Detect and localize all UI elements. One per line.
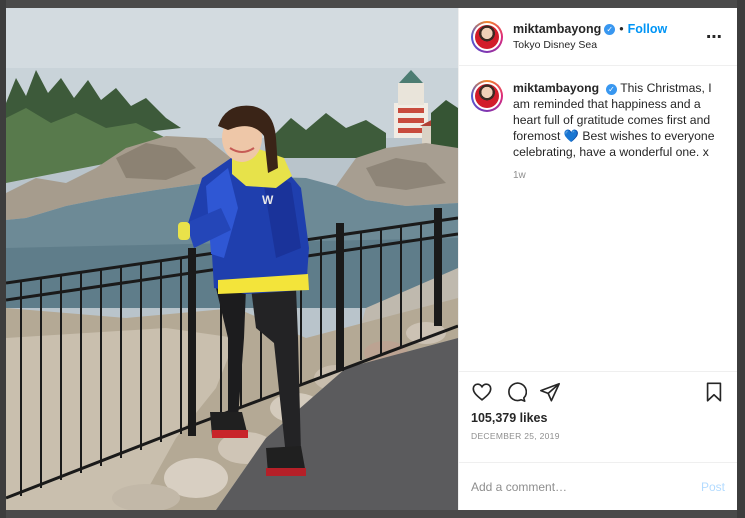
avatar[interactable]: [471, 20, 503, 53]
verified-badge-icon: ✓: [604, 24, 616, 35]
actions-section: 105,379 likes DECEMBER 25, 2019: [459, 371, 737, 462]
backdrop-bottom: [0, 510, 745, 518]
photo-illustration: W: [6, 8, 458, 510]
post-date[interactable]: DECEMBER 25, 2019: [471, 431, 725, 441]
backdrop-top: [0, 0, 745, 8]
post-modal: W miktambayong ✓ • Follow Tokyo Disney S…: [6, 8, 737, 510]
header-text: miktambayong ✓ • Follow Tokyo Disney Sea: [513, 22, 706, 51]
caption: miktambayong ✓ This Christmas, I am remin…: [471, 80, 725, 184]
comment-form: Post: [459, 462, 737, 510]
more-options-icon[interactable]: ⋯: [706, 27, 723, 47]
post-comment-button[interactable]: Post: [701, 480, 725, 494]
post-header: miktambayong ✓ • Follow Tokyo Disney Sea…: [459, 8, 737, 66]
username[interactable]: miktambayong: [513, 22, 601, 37]
caption-username[interactable]: miktambayong: [513, 81, 599, 95]
comment-input[interactable]: [471, 479, 701, 494]
caption-verified-badge-icon: ✓: [606, 84, 618, 95]
bookmark-icon[interactable]: [703, 381, 725, 403]
location-link[interactable]: Tokyo Disney Sea: [513, 39, 706, 51]
backdrop-right: [737, 0, 745, 518]
profile-photo: [475, 24, 499, 49]
comments-section: miktambayong ✓ This Christmas, I am remin…: [459, 66, 737, 371]
dot-separator: •: [619, 22, 624, 36]
heart-icon[interactable]: [471, 381, 493, 403]
comment-icon[interactable]: [505, 381, 527, 403]
blue-heart-icon: 💙: [563, 129, 579, 143]
post-sidebar: miktambayong ✓ • Follow Tokyo Disney Sea…: [458, 8, 737, 510]
share-icon[interactable]: [539, 381, 561, 403]
caption-avatar[interactable]: [471, 80, 503, 112]
post-photo[interactable]: W: [6, 8, 458, 510]
caption-timestamp[interactable]: 1w: [513, 168, 725, 184]
action-bar: [471, 380, 725, 404]
follow-button[interactable]: Follow: [628, 22, 668, 37]
jacket-lettering: W: [262, 193, 274, 207]
caption-body: miktambayong ✓ This Christmas, I am remin…: [513, 80, 725, 184]
likes-count[interactable]: 105,379 likes: [471, 411, 725, 425]
caption-profile-photo: [475, 84, 499, 108]
